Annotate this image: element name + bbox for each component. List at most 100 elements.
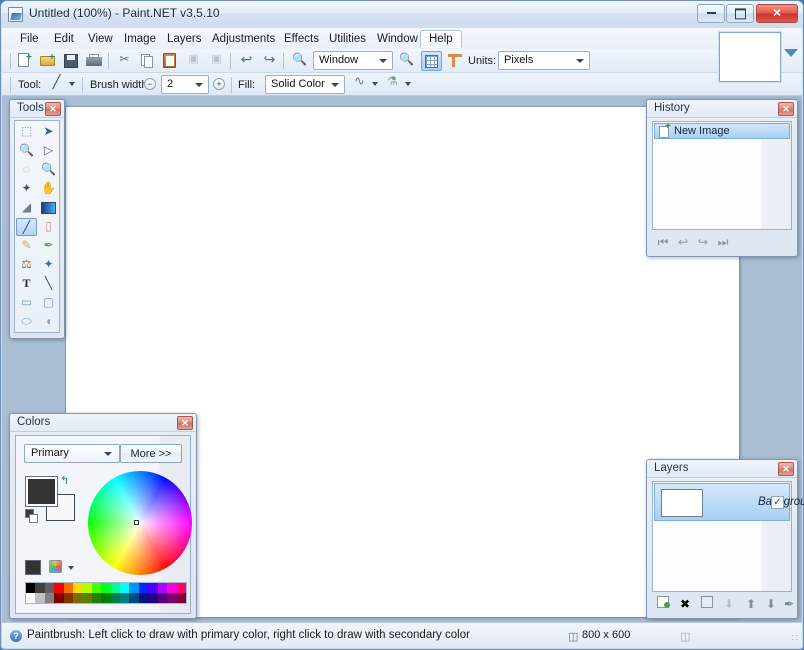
palette-swatch[interactable] [139, 593, 148, 603]
layers-palette-titlebar[interactable]: Layers ✕ [647, 460, 797, 478]
move-layer-down-button[interactable]: ⬇ [762, 596, 780, 613]
thumbnail-dropdown-icon[interactable] [784, 49, 798, 57]
brush-width-increment-button[interactable]: + [213, 78, 225, 90]
menu-item-image[interactable]: Image [116, 30, 164, 48]
zoom-level-combo[interactable]: Window [313, 51, 393, 70]
resize-grip[interactable]: ∷ [786, 633, 798, 645]
menu-item-edit[interactable]: Edit [46, 30, 82, 48]
tool-lasso-select[interactable]: 🔍 [16, 142, 37, 160]
tool-paint-bucket[interactable]: ◢ [16, 199, 37, 217]
maximize-button[interactable] [726, 4, 754, 23]
palette-row-light[interactable] [26, 583, 186, 593]
layers-list[interactable]: Background ✓ [652, 481, 792, 592]
menu-item-layers[interactable]: Layers [159, 30, 210, 48]
tool-rounded-rectangle[interactable]: ▢ [38, 294, 59, 312]
palette-swatch[interactable] [148, 583, 157, 593]
image-thumbnail[interactable] [719, 32, 781, 82]
cut-button[interactable]: ✂ [114, 51, 135, 71]
paste-button[interactable] [160, 51, 181, 71]
palette-swatch[interactable] [54, 583, 63, 593]
history-fastforward-button[interactable]: ⏭ [714, 234, 732, 250]
palette-swatch[interactable] [167, 593, 176, 603]
tool-eraser[interactable]: ▯ [38, 218, 59, 236]
brush-width-decrement-button[interactable]: − [144, 78, 156, 90]
menu-item-view[interactable]: View [80, 30, 121, 48]
add-layer-button[interactable] [654, 596, 672, 613]
menu-item-window[interactable]: Window [369, 30, 426, 48]
rulers-toggle-button[interactable] [445, 51, 466, 71]
current-tool-button[interactable]: ╱ [47, 74, 66, 94]
palette-swatch[interactable] [129, 583, 138, 593]
tool-ellipse-select[interactable]: ◌ [16, 161, 37, 179]
color-wheel-cursor[interactable] [134, 520, 139, 525]
palette-swatch[interactable] [45, 593, 54, 603]
tool-magic-wand[interactable]: ✦ [16, 180, 37, 198]
history-item[interactable]: New Image [654, 123, 790, 139]
chevron-down-icon[interactable] [372, 82, 378, 86]
crop-to-selection-button[interactable]: ▣ [183, 51, 204, 71]
palette-swatch[interactable] [73, 583, 82, 593]
tool-color-picker[interactable]: ✒ [38, 237, 59, 255]
palette-swatch[interactable] [82, 583, 91, 593]
palette-swatch[interactable] [129, 593, 138, 603]
grid-toggle-button[interactable] [421, 51, 442, 71]
color-mode-combo[interactable]: Primary [24, 444, 120, 463]
menu-item-file[interactable]: File [12, 30, 47, 48]
copy-button[interactable] [137, 51, 158, 71]
redo-button[interactable]: ↪ [259, 51, 280, 71]
zoom-in-button[interactable]: 🔍 [396, 51, 417, 71]
primary-color-swatch[interactable] [25, 476, 58, 507]
antialiasing-button[interactable]: ⚗ [383, 74, 402, 94]
save-button[interactable] [61, 51, 82, 71]
tool-pan[interactable]: ✋ [38, 180, 59, 198]
delete-layer-button[interactable]: ✖ [676, 596, 694, 613]
palette-swatch[interactable] [111, 593, 120, 603]
merge-layer-down-button[interactable]: ⬇ [720, 596, 738, 613]
palette-swatch[interactable] [64, 593, 73, 603]
history-redo-button[interactable]: ↪ [694, 234, 712, 250]
layers-palette-close-button[interactable]: ✕ [778, 462, 794, 476]
palette-swatch[interactable] [158, 593, 167, 603]
colors-palette-close-button[interactable]: ✕ [177, 416, 193, 430]
tools-palette-titlebar[interactable]: Tools ✕ [10, 100, 64, 118]
tool-ellipse[interactable]: ⬭ [16, 313, 37, 331]
units-combo[interactable]: Pixels [498, 51, 590, 70]
tool-line-curve[interactable]: ╲ [38, 275, 59, 293]
history-rewind-button[interactable]: ⏮ [654, 234, 672, 250]
palette-swatch[interactable] [35, 593, 44, 603]
tool-freeform-shape[interactable]: ◖ [38, 313, 59, 331]
tool-move-selected[interactable]: ➤ [38, 123, 59, 141]
tool-pencil[interactable]: ✎ [16, 237, 37, 255]
brush-width-combo[interactable]: 2 [161, 75, 209, 94]
palette-icon[interactable] [49, 560, 62, 576]
swap-colors-icon[interactable]: ↰ [60, 474, 69, 487]
tool-rectangle-select[interactable]: ⬚ [16, 123, 37, 141]
palette-swatch[interactable] [73, 593, 82, 603]
palette-swatch[interactable] [148, 593, 157, 603]
tool-zoom[interactable]: 🔍 [38, 161, 59, 179]
minimize-button[interactable] [697, 4, 725, 23]
tools-palette-close-button[interactable]: ✕ [45, 102, 61, 116]
tool-move-selection[interactable]: ▷ [38, 142, 59, 160]
tool-recolor[interactable]: ✦ [38, 256, 59, 274]
tool-text[interactable]: T [16, 275, 37, 293]
palette-swatch[interactable] [45, 583, 54, 593]
reset-colors-button[interactable] [25, 509, 39, 522]
palette-swatch[interactable] [177, 593, 186, 603]
palette-swatch[interactable] [82, 593, 91, 603]
history-palette-titlebar[interactable]: History ✕ [647, 100, 797, 118]
color-wheel[interactable] [88, 471, 192, 575]
palette-dropdown-icon[interactable] [68, 566, 74, 570]
palette-swatch[interactable] [92, 583, 101, 593]
history-palette-close-button[interactable]: ✕ [778, 102, 794, 116]
tool-gradient[interactable] [38, 199, 59, 217]
colors-palette-titlebar[interactable]: Colors ✕ [10, 414, 196, 432]
close-button[interactable]: ✕ [756, 4, 798, 23]
palette-swatch[interactable] [120, 583, 129, 593]
more-button[interactable]: More >> [120, 444, 182, 463]
open-button[interactable]: + [38, 51, 59, 71]
history-undo-button[interactable]: ↩ [674, 234, 692, 250]
palette-swatch[interactable] [101, 593, 110, 603]
palette-swatch[interactable] [167, 583, 176, 593]
tool-paintbrush[interactable]: ╱ [16, 218, 37, 236]
